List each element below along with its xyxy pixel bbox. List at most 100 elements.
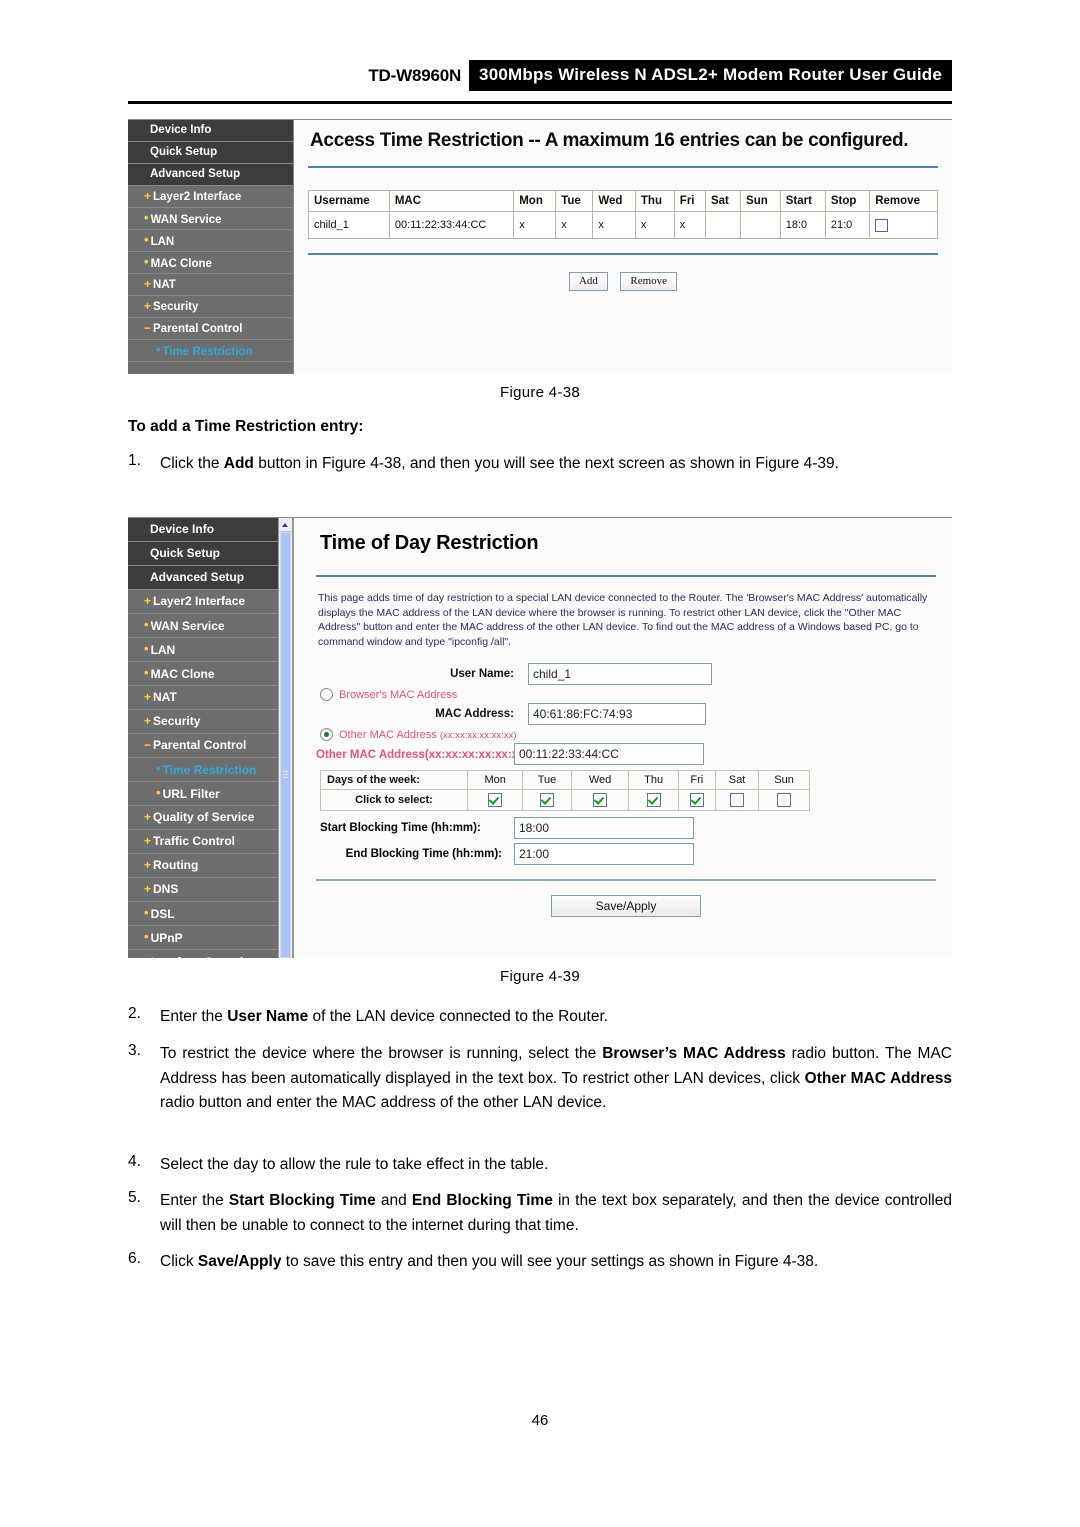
- sidebar-item-security[interactable]: + Security: [128, 296, 293, 318]
- day-checkbox-wed[interactable]: [593, 793, 608, 807]
- remove-button[interactable]: Remove: [620, 272, 678, 291]
- title-divider: [308, 166, 938, 168]
- day-header-wed: Wed: [570, 770, 630, 790]
- remove-checkbox[interactable]: [875, 218, 889, 232]
- browsers-mac-radio-row[interactable]: Browser's MAC Address: [316, 688, 936, 701]
- day-checkbox-tue[interactable]: [539, 793, 554, 807]
- sidebar2-item-nat[interactable]: + NAT: [128, 686, 278, 710]
- day-checkbox-mon[interactable]: [488, 793, 503, 807]
- body-text: Click: [160, 1253, 198, 1270]
- user-name-input[interactable]: child_1: [528, 663, 712, 685]
- sidebar2-item-time-restriction[interactable]: • Time Restriction: [128, 758, 278, 782]
- body-text: Click the: [160, 455, 224, 472]
- table-bottom-divider: [308, 253, 938, 255]
- sidebar-item-wan-service[interactable]: • WAN Service: [128, 208, 293, 230]
- save-apply-button[interactable]: Save/Apply: [551, 895, 701, 917]
- sidebar2-item-traffic-control[interactable]: + Traffic Control: [128, 830, 278, 854]
- sidebar2-item-dns[interactable]: + DNS: [128, 878, 278, 902]
- panel-description: This page adds time of day restriction t…: [318, 592, 928, 648]
- col-header-remove: Remove: [869, 190, 938, 212]
- other-mac-radio[interactable]: [320, 728, 333, 741]
- start-blocking-time-input[interactable]: 18:00: [514, 817, 694, 839]
- sidebar-scrollbar[interactable]: [278, 518, 293, 958]
- col-header-stop: Stop: [824, 190, 871, 212]
- day-checkbox-fri[interactable]: [689, 793, 704, 807]
- col-header-tue: Tue: [555, 190, 594, 212]
- bullet-dot-icon: •: [144, 905, 149, 920]
- col-header-mon: Mon: [513, 190, 557, 212]
- sidebar2-item-url-filter[interactable]: • URL Filter: [128, 782, 278, 806]
- days-header-row: Days of the week: Mon Tue Wed Thu Fri Sat Sun: [320, 770, 810, 790]
- sidebar2-item-quality-of-service[interactable]: + Quality of Service: [128, 806, 278, 830]
- day-cell-wed: [570, 789, 630, 811]
- cell-remove: [869, 211, 938, 239]
- nav-item-label: DSL: [150, 907, 175, 921]
- header-model-name: TD-W8960N: [368, 65, 462, 85]
- emphasis-text: User Name: [227, 1008, 309, 1025]
- day-checkbox-thu[interactable]: [646, 793, 661, 807]
- cell-thu: x: [634, 211, 675, 239]
- sidebar2-item-quick-setup[interactable]: Quick Setup: [128, 542, 278, 566]
- day-checkbox-sat[interactable]: [729, 793, 744, 807]
- add-button[interactable]: Add: [568, 272, 608, 291]
- sidebar2-item-advanced-setup[interactable]: Advanced Setup: [128, 566, 278, 590]
- bullet-dot-icon: •: [144, 950, 149, 958]
- mac-address-input[interactable]: 40:61:86:FC:74:93: [528, 703, 706, 725]
- sidebar2-item-upnp[interactable]: • UPnP: [128, 926, 278, 950]
- day-header-sun: Sun: [758, 770, 810, 790]
- bullet-dot-icon: •: [144, 665, 149, 680]
- sidebar2-item-wan-service[interactable]: • WAN Service: [128, 614, 278, 638]
- sidebar2-item-device-info[interactable]: Device Info: [128, 518, 278, 542]
- sidebar-item-lan[interactable]: • LAN: [128, 230, 293, 252]
- section-heading: To add a Time Restriction entry:: [128, 418, 364, 435]
- sidebar2-item-routing[interactable]: + Routing: [128, 854, 278, 878]
- day-cell-fri: [677, 789, 716, 811]
- sidebar-item-mac-clone[interactable]: • MAC Clone: [128, 252, 293, 274]
- sidebar-item-advanced-setup[interactable]: Advanced Setup: [128, 164, 293, 186]
- day-checkbox-sun[interactable]: [777, 793, 792, 807]
- router-sidebar-nav[interactable]: Device Info Quick Setup Advanced Setup + Lay…: [128, 120, 294, 374]
- cell-username: child_1: [308, 211, 390, 239]
- scroll-up-arrow-icon[interactable]: [279, 518, 292, 532]
- day-header-thu: Thu: [628, 770, 679, 790]
- cell-sun: [740, 211, 781, 239]
- sidebar2-item-dsl[interactable]: • DSL: [128, 902, 278, 926]
- collapse-minus-icon: −: [144, 738, 152, 752]
- expand-plus-icon: +: [144, 189, 152, 203]
- sidebar2-item-layer2-interface[interactable]: + Layer2 Interface: [128, 590, 278, 614]
- sidebar-item-quick-setup[interactable]: Quick Setup: [128, 142, 293, 164]
- browsers-mac-radio[interactable]: [320, 688, 333, 701]
- col-header-sat: Sat: [704, 190, 742, 212]
- scrollbar-thumb[interactable]: [280, 532, 291, 958]
- sidebar-item-layer2-interface[interactable]: + Layer2 Interface: [128, 186, 293, 208]
- day-cell-mon: [466, 789, 524, 811]
- nav-item-label: Layer2 Interface: [153, 594, 246, 608]
- cell-mon: x: [513, 211, 557, 239]
- sidebar-item-nat[interactable]: + NAT: [128, 274, 293, 296]
- browsers-mac-radio-label: Browser's MAC Address: [339, 688, 458, 701]
- nav-item-label: Parental Control: [153, 738, 247, 752]
- sidebar-item-parental-control[interactable]: − Parental Control: [128, 318, 293, 340]
- bullet-dot-icon: •: [156, 785, 161, 800]
- days-of-week-table: Days of the week: Mon Tue Wed Thu Fri Sat Sun …: [320, 770, 810, 811]
- router-sidebar-nav-2[interactable]: Device Info Quick Setup Advanced Setup + Lay…: [128, 518, 278, 958]
- body-text: Select the day to allow the rule to take…: [160, 1156, 549, 1173]
- sidebar2-item-security[interactable]: + Security: [128, 710, 278, 734]
- body-text: button in Figure 4-38, and then you will…: [253, 455, 839, 472]
- nav-item-label: UPnP: [150, 931, 183, 945]
- nav-item-label: Security: [153, 714, 201, 728]
- nav-item-label: WAN Service: [150, 214, 222, 226]
- sidebar2-item-parental-control[interactable]: − Parental Control: [128, 734, 278, 758]
- other-mac-address-input[interactable]: 00:11:22:33:44:CC: [514, 743, 704, 765]
- sidebar2-item-mac-clone[interactable]: • MAC Clone: [128, 662, 278, 686]
- start-blocking-time-label: Start Blocking Time (hh:mm):: [320, 822, 481, 834]
- sidebar2-item-lan[interactable]: • LAN: [128, 638, 278, 662]
- other-mac-radio-row[interactable]: Other MAC Address (xx:xx:xx:xx:xx:xx): [316, 728, 936, 741]
- sidebar2-item-interface-grouping[interactable]: •Interface Grouping: [128, 950, 278, 958]
- sidebar-item-device-info[interactable]: Device Info: [128, 120, 293, 142]
- expand-plus-icon: +: [144, 277, 152, 291]
- end-blocking-time-input[interactable]: 21:00: [514, 843, 694, 865]
- expand-plus-icon: +: [144, 858, 152, 872]
- sidebar-item-time-restriction[interactable]: • Time Restriction: [128, 340, 293, 362]
- bullet-dot-icon: •: [144, 210, 149, 225]
